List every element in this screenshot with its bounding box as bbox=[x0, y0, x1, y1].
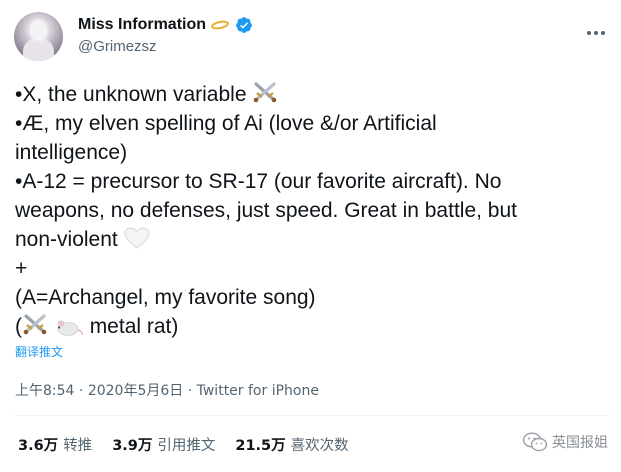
tweet-line-text: •A-12 = precursor to SR-17 (our favorite… bbox=[15, 170, 502, 193]
retweets-stat[interactable]: 3.6万 转推 bbox=[18, 434, 92, 455]
tweet-line: intelligence) bbox=[15, 138, 610, 167]
tweet-meta: 上午8:54 · 2020年5月6日 · Twitter for iPhone bbox=[15, 380, 319, 400]
tweet-stats: 3.6万 转推 3.9万 引用推文 21.5万 喜欢次数 bbox=[18, 434, 349, 455]
tweet-text: •X, the unknown variable •Æ, my elven sp… bbox=[15, 80, 610, 341]
crossed-swords-icon bbox=[22, 312, 48, 335]
display-name[interactable]: Miss Information bbox=[78, 16, 206, 34]
tweet-line: non-violent bbox=[15, 225, 610, 254]
meta-separator: · bbox=[187, 383, 193, 399]
watermark-text: 英国报姐 bbox=[552, 435, 608, 451]
translate-tweet-link[interactable]: 翻译推文 bbox=[15, 343, 63, 360]
halo-icon bbox=[210, 19, 231, 31]
tweet-line: + bbox=[15, 254, 610, 283]
tweet-line: ( metal rat) bbox=[15, 312, 610, 341]
tweet-source[interactable]: Twitter for iPhone bbox=[197, 383, 319, 399]
tweet-line-text: non-violent bbox=[15, 228, 118, 251]
wechat-icon bbox=[522, 432, 548, 452]
tweet-line-text: •X, the unknown variable bbox=[15, 83, 247, 106]
white-heart-icon bbox=[124, 227, 150, 249]
likes-stat[interactable]: 21.5万 喜欢次数 bbox=[235, 434, 348, 455]
quotes-stat[interactable]: 3.9万 引用推文 bbox=[112, 434, 215, 455]
tweet-line: •Æ, my elven spelling of Ai (love &/or A… bbox=[15, 109, 610, 138]
watermark: 英国报姐 bbox=[522, 432, 608, 452]
rat-icon bbox=[57, 320, 83, 336]
tweet-line-text: (A=Archangel, my favorite song) bbox=[15, 286, 316, 309]
tweet-header: Miss Information @Grimezsz bbox=[14, 12, 609, 62]
crossed-swords-icon bbox=[252, 80, 278, 103]
tweet-line-text: weapons, no defenses, just speed. Great … bbox=[15, 199, 517, 222]
more-options-icon[interactable] bbox=[587, 22, 609, 35]
tweet-line: (A=Archangel, my favorite song) bbox=[15, 283, 610, 312]
tweet-time[interactable]: 上午8:54 bbox=[15, 383, 74, 399]
avatar[interactable] bbox=[14, 12, 63, 61]
tweet-line-text: ( bbox=[15, 315, 22, 338]
meta-separator: · bbox=[78, 383, 84, 399]
tweet-line: •X, the unknown variable bbox=[15, 80, 610, 109]
tweet-date[interactable]: 2020年5月6日 bbox=[88, 383, 183, 399]
author-names: Miss Information @Grimezsz bbox=[78, 14, 253, 55]
tweet-line-text: + bbox=[15, 257, 28, 280]
divider bbox=[14, 415, 609, 416]
tweet-line-text: •Æ, my elven spelling of Ai (love &/or A… bbox=[15, 112, 437, 135]
tweet-line-text: intelligence) bbox=[15, 141, 128, 164]
tweet-line: weapons, no defenses, just speed. Great … bbox=[15, 196, 610, 225]
handle[interactable]: @Grimezsz bbox=[78, 38, 253, 55]
tweet-line: •A-12 = precursor to SR-17 (our favorite… bbox=[15, 167, 610, 196]
tweet-line-text: metal rat) bbox=[89, 315, 179, 338]
verified-badge-icon bbox=[236, 17, 252, 33]
